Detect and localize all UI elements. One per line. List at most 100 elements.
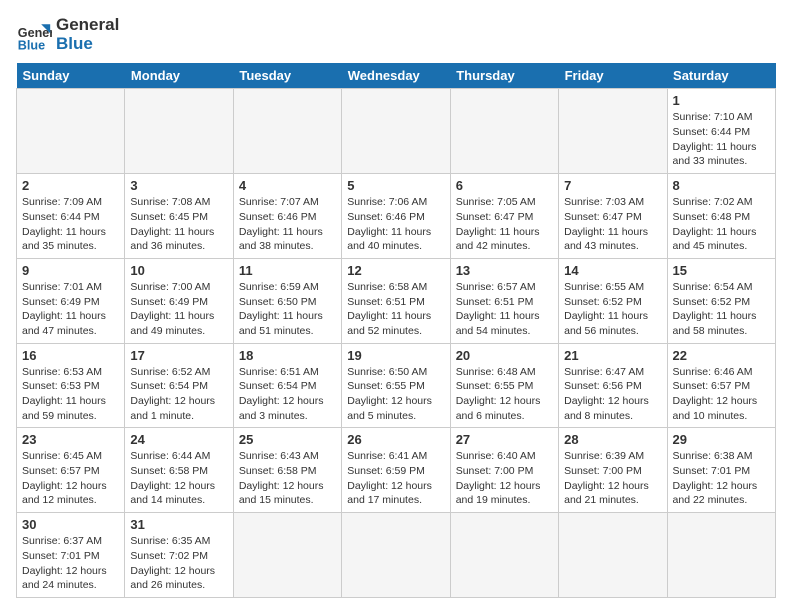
calendar-day: 22 Sunrise: 6:46 AM Sunset: 6:57 PM Dayli… — [667, 343, 775, 428]
day-number: 2 — [22, 178, 119, 193]
day-number: 28 — [564, 432, 661, 447]
calendar-day — [233, 89, 341, 174]
calendar-day — [342, 89, 450, 174]
day-info: Sunrise: 6:39 AM Sunset: 7:00 PM Dayligh… — [564, 449, 661, 508]
day-number: 8 — [673, 178, 770, 193]
calendar-day — [450, 89, 558, 174]
calendar-day: 24 Sunrise: 6:44 AM Sunset: 6:58 PM Dayli… — [125, 428, 233, 513]
svg-text:Blue: Blue — [18, 38, 45, 52]
calendar-day: 18Sunrise: 6:51 AM Sunset: 6:54 PM Dayli… — [233, 343, 341, 428]
calendar-day: 5Sunrise: 7:06 AM Sunset: 6:46 PM Daylig… — [342, 174, 450, 259]
weekday-header-saturday: Saturday — [667, 63, 775, 89]
weekday-header-thursday: Thursday — [450, 63, 558, 89]
day-number: 27 — [456, 432, 553, 447]
day-number: 26 — [347, 432, 444, 447]
calendar-week-0: 1 Sunrise: 7:10 AM Sunset: 6:44 PM Daylig… — [17, 89, 776, 174]
calendar-day: 6Sunrise: 7:05 AM Sunset: 6:47 PM Daylig… — [450, 174, 558, 259]
weekday-header-tuesday: Tuesday — [233, 63, 341, 89]
calendar-day: 14 Sunrise: 6:55 AM Sunset: 6:52 PM Dayli… — [559, 258, 667, 343]
day-info: Sunrise: 6:46 AM Sunset: 6:57 PM Dayligh… — [673, 365, 770, 424]
calendar-day: 2 Sunrise: 7:09 AM Sunset: 6:44 PM Daylig… — [17, 174, 125, 259]
day-info: Sunrise: 6:41 AM Sunset: 6:59 PM Dayligh… — [347, 449, 444, 508]
day-info: Sunrise: 6:48 AM Sunset: 6:55 PM Dayligh… — [456, 365, 553, 424]
calendar-day: 4 Sunrise: 7:07 AM Sunset: 6:46 PM Daylig… — [233, 174, 341, 259]
calendar-day: 20 Sunrise: 6:48 AM Sunset: 6:55 PM Dayli… — [450, 343, 558, 428]
day-info: Sunrise: 6:53 AM Sunset: 6:53 PM Dayligh… — [22, 365, 119, 424]
day-number: 31 — [130, 517, 227, 532]
calendar-day: 12 Sunrise: 6:58 AM Sunset: 6:51 PM Dayli… — [342, 258, 450, 343]
calendar-day: 7 Sunrise: 7:03 AM Sunset: 6:47 PM Daylig… — [559, 174, 667, 259]
day-info: Sunrise: 6:37 AM Sunset: 7:01 PM Dayligh… — [22, 534, 119, 593]
calendar-day: 16 Sunrise: 6:53 AM Sunset: 6:53 PM Dayli… — [17, 343, 125, 428]
day-number: 4 — [239, 178, 336, 193]
logo: General Blue General Blue — [16, 16, 119, 53]
day-info: Sunrise: 6:52 AM Sunset: 6:54 PM Dayligh… — [130, 365, 227, 424]
day-number: 13 — [456, 263, 553, 278]
logo-blue: Blue — [56, 35, 119, 54]
day-info: Sunrise: 6:58 AM Sunset: 6:51 PM Dayligh… — [347, 280, 444, 339]
day-info: Sunrise: 6:59 AM Sunset: 6:50 PM Dayligh… — [239, 280, 336, 339]
day-info: Sunrise: 6:50 AM Sunset: 6:55 PM Dayligh… — [347, 365, 444, 424]
calendar-day: 31Sunrise: 6:35 AM Sunset: 7:02 PM Dayli… — [125, 513, 233, 598]
calendar-day — [233, 513, 341, 598]
day-info: Sunrise: 6:55 AM Sunset: 6:52 PM Dayligh… — [564, 280, 661, 339]
day-info: Sunrise: 7:00 AM Sunset: 6:49 PM Dayligh… — [130, 280, 227, 339]
calendar-day: 8Sunrise: 7:02 AM Sunset: 6:48 PM Daylig… — [667, 174, 775, 259]
day-number: 11 — [239, 263, 336, 278]
calendar-day: 29Sunrise: 6:38 AM Sunset: 7:01 PM Dayli… — [667, 428, 775, 513]
calendar-day: 23Sunrise: 6:45 AM Sunset: 6:57 PM Dayli… — [17, 428, 125, 513]
day-info: Sunrise: 6:54 AM Sunset: 6:52 PM Dayligh… — [673, 280, 770, 339]
day-info: Sunrise: 6:43 AM Sunset: 6:58 PM Dayligh… — [239, 449, 336, 508]
day-number: 12 — [347, 263, 444, 278]
day-number: 20 — [456, 348, 553, 363]
page-header: General Blue General Blue — [16, 16, 776, 53]
calendar-table: SundayMondayTuesdayWednesdayThursdayFrid… — [16, 63, 776, 598]
day-info: Sunrise: 6:45 AM Sunset: 6:57 PM Dayligh… — [22, 449, 119, 508]
day-number: 16 — [22, 348, 119, 363]
day-number: 14 — [564, 263, 661, 278]
calendar-week-5: 30 Sunrise: 6:37 AM Sunset: 7:01 PM Dayli… — [17, 513, 776, 598]
calendar-day: 9Sunrise: 7:01 AM Sunset: 6:49 PM Daylig… — [17, 258, 125, 343]
day-number: 7 — [564, 178, 661, 193]
day-number: 29 — [673, 432, 770, 447]
calendar-day — [559, 89, 667, 174]
calendar-week-1: 2 Sunrise: 7:09 AM Sunset: 6:44 PM Daylig… — [17, 174, 776, 259]
day-number: 15 — [673, 263, 770, 278]
day-info: Sunrise: 7:03 AM Sunset: 6:47 PM Dayligh… — [564, 195, 661, 254]
calendar-day — [450, 513, 558, 598]
calendar-day: 21Sunrise: 6:47 AM Sunset: 6:56 PM Dayli… — [559, 343, 667, 428]
day-number: 10 — [130, 263, 227, 278]
calendar-day: 27 Sunrise: 6:40 AM Sunset: 7:00 PM Dayli… — [450, 428, 558, 513]
calendar-week-3: 16 Sunrise: 6:53 AM Sunset: 6:53 PM Dayli… — [17, 343, 776, 428]
calendar-day: 11 Sunrise: 6:59 AM Sunset: 6:50 PM Dayli… — [233, 258, 341, 343]
day-info: Sunrise: 7:06 AM Sunset: 6:46 PM Dayligh… — [347, 195, 444, 254]
weekday-header-friday: Friday — [559, 63, 667, 89]
calendar-week-4: 23Sunrise: 6:45 AM Sunset: 6:57 PM Dayli… — [17, 428, 776, 513]
day-info: Sunrise: 7:10 AM Sunset: 6:44 PM Dayligh… — [673, 110, 770, 169]
calendar-day — [125, 89, 233, 174]
day-info: Sunrise: 6:44 AM Sunset: 6:58 PM Dayligh… — [130, 449, 227, 508]
day-number: 19 — [347, 348, 444, 363]
calendar-day: 17 Sunrise: 6:52 AM Sunset: 6:54 PM Dayli… — [125, 343, 233, 428]
calendar-day — [559, 513, 667, 598]
day-info: Sunrise: 6:40 AM Sunset: 7:00 PM Dayligh… — [456, 449, 553, 508]
day-number: 24 — [130, 432, 227, 447]
weekday-header-monday: Monday — [125, 63, 233, 89]
day-info: Sunrise: 7:05 AM Sunset: 6:47 PM Dayligh… — [456, 195, 553, 254]
weekday-header-wednesday: Wednesday — [342, 63, 450, 89]
day-info: Sunrise: 7:09 AM Sunset: 6:44 PM Dayligh… — [22, 195, 119, 254]
calendar-day — [17, 89, 125, 174]
day-number: 1 — [673, 93, 770, 108]
day-info: Sunrise: 7:01 AM Sunset: 6:49 PM Dayligh… — [22, 280, 119, 339]
calendar-day: 15 Sunrise: 6:54 AM Sunset: 6:52 PM Dayli… — [667, 258, 775, 343]
day-info: Sunrise: 6:47 AM Sunset: 6:56 PM Dayligh… — [564, 365, 661, 424]
day-number: 22 — [673, 348, 770, 363]
calendar-day — [667, 513, 775, 598]
day-info: Sunrise: 7:07 AM Sunset: 6:46 PM Dayligh… — [239, 195, 336, 254]
day-number: 30 — [22, 517, 119, 532]
day-number: 17 — [130, 348, 227, 363]
day-number: 25 — [239, 432, 336, 447]
calendar-day: 13Sunrise: 6:57 AM Sunset: 6:51 PM Dayli… — [450, 258, 558, 343]
calendar-day: 1 Sunrise: 7:10 AM Sunset: 6:44 PM Daylig… — [667, 89, 775, 174]
calendar-day: 10 Sunrise: 7:00 AM Sunset: 6:49 PM Dayli… — [125, 258, 233, 343]
